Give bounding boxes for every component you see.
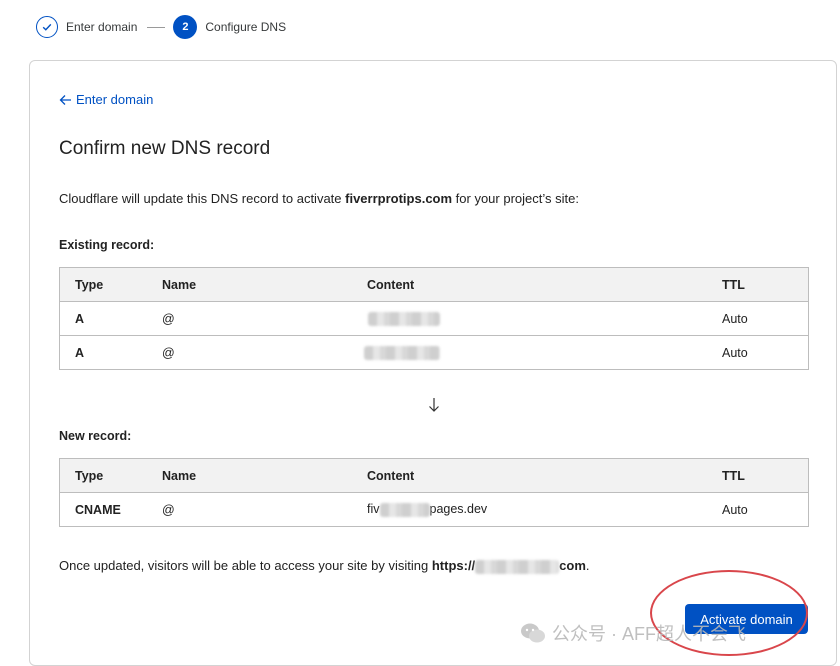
back-link-label: Enter domain	[76, 92, 154, 107]
intro-text: Cloudflare will update this DNS record t…	[59, 191, 579, 206]
table-row: A @ Auto	[59, 301, 809, 336]
arrow-left-icon	[59, 94, 71, 105]
step-2-label: Configure DNS	[205, 20, 287, 34]
record-content-suffix: pages.dev	[429, 502, 488, 517]
record-ttl: Auto	[722, 492, 809, 527]
step-complete-check-icon	[36, 16, 58, 38]
record-type: A	[59, 335, 162, 370]
column-header-content: Content	[367, 458, 722, 493]
page-title: Confirm new DNS record	[59, 138, 271, 159]
existing-record-label: Existing record:	[59, 238, 155, 252]
step-connector	[147, 26, 166, 28]
column-header-type: Type	[59, 267, 162, 302]
record-name: @	[162, 335, 367, 370]
setup-stepper: Enter domain 2 Configure DNS	[36, 14, 286, 40]
intro-domain: fiverrprotips.com	[345, 191, 453, 206]
intro-before: Cloudflare will update this DNS record t…	[59, 191, 346, 206]
footer-url-end: com	[559, 558, 586, 573]
column-header-ttl: TTL	[722, 458, 809, 493]
watermark: 公众号 · AFF超人不会飞	[520, 620, 746, 646]
record-name: @	[162, 492, 367, 527]
column-header-content: Content	[367, 267, 722, 302]
arrow-down-icon	[429, 398, 439, 412]
confirm-dns-card: Enter domain Confirm new DNS record Clou…	[29, 60, 837, 666]
record-ttl: Auto	[722, 301, 809, 336]
visit-site-text: Once updated, visitors will be able to a…	[59, 558, 590, 574]
column-header-name: Name	[162, 267, 367, 302]
table-row: CNAME @ fiv pages.dev Auto	[59, 492, 809, 527]
existing-record-table: Type Name Content TTL A @ Auto A @ Auto	[59, 267, 809, 370]
back-to-enter-domain-link[interactable]: Enter domain	[59, 92, 153, 107]
new-record-table: Type Name Content TTL CNAME @ fiv pages.d…	[59, 458, 809, 527]
record-content-redacted	[364, 335, 722, 370]
record-type: CNAME	[59, 492, 162, 527]
record-ttl: Auto	[722, 335, 809, 370]
redacted-segment	[379, 502, 430, 517]
footer-url-start: https://	[431, 558, 476, 573]
record-type: A	[59, 301, 162, 336]
step-1-label: Enter domain	[66, 20, 138, 34]
step-2-number: 2	[173, 15, 198, 39]
column-header-type: Type	[59, 458, 162, 493]
intro-after: for your project’s site:	[452, 191, 579, 206]
record-content-prefix: fiv	[367, 502, 380, 517]
watermark-text: 公众号 · AFF超人不会飞	[552, 624, 746, 644]
record-content-redacted	[367, 301, 722, 336]
table-row: A @ Auto	[59, 335, 809, 370]
column-header-ttl: TTL	[722, 267, 809, 302]
column-header-name: Name	[162, 458, 367, 493]
table-header-row: Type Name Content TTL	[59, 458, 809, 493]
record-content: fiv pages.dev	[367, 492, 722, 527]
record-name: @	[162, 301, 367, 336]
footer-before: Once updated, visitors will be able to a…	[59, 558, 432, 573]
redacted-url	[475, 559, 560, 574]
footer-after: .	[585, 558, 590, 573]
table-header-row: Type Name Content TTL	[59, 267, 809, 302]
wechat-icon	[521, 623, 545, 643]
new-record-label: New record:	[59, 429, 132, 443]
